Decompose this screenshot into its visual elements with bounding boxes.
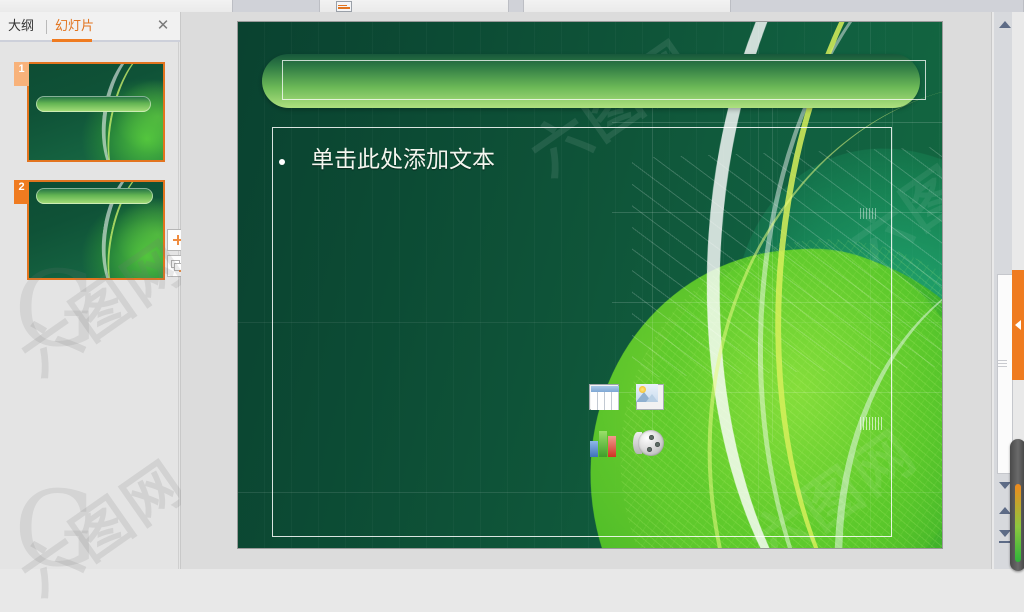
scroll-up-icon[interactable] xyxy=(999,21,1011,28)
picture-icon[interactable] xyxy=(633,380,667,414)
panel-tab-bar: 大纲 幻灯片 ✕ xyxy=(0,12,180,42)
media-reel-face xyxy=(638,430,664,456)
chart-bar-green xyxy=(599,431,607,457)
title-placeholder[interactable] xyxy=(262,54,926,108)
chart-bar-red xyxy=(608,436,616,457)
media-reel-hole xyxy=(647,447,652,452)
slide-layout-icon[interactable] xyxy=(336,1,352,12)
chevron-left-icon xyxy=(1015,320,1021,330)
scrollbar-grip-icon xyxy=(998,360,1007,367)
thumbnail-title-bar xyxy=(36,96,151,112)
table-header-row xyxy=(591,386,619,392)
slide-number-badge: 1 xyxy=(14,62,29,86)
plus-icon xyxy=(177,235,179,245)
slide-thumbnail-2[interactable]: 2 xyxy=(14,180,165,280)
toolbar-group-a[interactable] xyxy=(232,0,320,12)
zoom-slider[interactable] xyxy=(1010,439,1024,571)
chart-bar-blue xyxy=(590,441,598,457)
slide-thumbnail-frame[interactable] xyxy=(27,62,165,162)
slide-thumbnail-frame[interactable] xyxy=(27,180,165,280)
slide-navigator-panel: 大纲 幻灯片 ✕ 1 2 G 六图网 G 六图网 xyxy=(0,12,200,609)
body-placeholder-text: 单击此处添加文本 xyxy=(311,147,495,173)
media-reel-hole xyxy=(655,442,660,447)
tab-outline[interactable]: 大纲 xyxy=(8,17,34,35)
title-placeholder-border xyxy=(282,60,926,100)
slide-thumbnail-1[interactable]: 1 xyxy=(14,62,165,162)
tab-slides[interactable]: 幻灯片 xyxy=(55,17,94,35)
chart-icon[interactable] xyxy=(587,426,621,460)
tab-separator xyxy=(46,20,47,34)
media-reel-hole xyxy=(649,435,654,440)
thumbnail-title-bar xyxy=(36,188,153,204)
zoom-slider-fill xyxy=(1015,484,1021,562)
slide-number-badge: 2 xyxy=(14,180,29,204)
media-clip-icon[interactable] xyxy=(633,426,667,460)
picture-sun xyxy=(639,386,646,393)
bullet-icon xyxy=(279,159,285,165)
panel-collapse-handle[interactable] xyxy=(1012,270,1024,380)
active-tab-indicator xyxy=(52,39,92,42)
right-scroll-rail xyxy=(991,12,1024,571)
body-placeholder[interactable]: 单击此处添加文本 xyxy=(272,127,892,537)
panel-divider xyxy=(178,42,179,569)
toolbar-group-b[interactable] xyxy=(508,0,524,12)
watermark-glyph: G xyxy=(14,468,98,590)
picture-mountain xyxy=(646,394,658,402)
close-icon[interactable]: ✕ xyxy=(156,18,170,33)
table-icon[interactable] xyxy=(587,380,621,414)
watermark-text: 六图网 xyxy=(8,446,200,610)
table-grid xyxy=(591,392,619,410)
insert-content-icon-cluster xyxy=(587,380,673,464)
slide-editing-surface[interactable]: 六图网 六图网 六图网 单击此处添加文本 xyxy=(238,22,942,548)
table-frame xyxy=(589,384,619,410)
